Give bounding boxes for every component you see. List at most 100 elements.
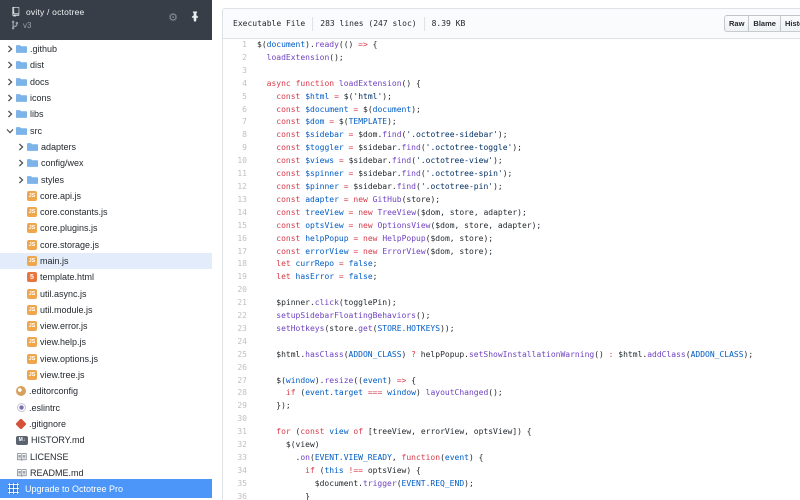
line-number[interactable]: 16 <box>223 233 253 246</box>
line-number[interactable]: 18 <box>223 258 253 271</box>
code-line: 30 <box>223 413 800 426</box>
chevron-right-icon[interactable] <box>6 45 14 53</box>
line-number[interactable]: 6 <box>223 104 253 117</box>
tree-item-config/wex[interactable]: config/wex <box>0 155 212 171</box>
line-number[interactable]: 9 <box>223 142 253 155</box>
tree-item-docs[interactable]: docs <box>0 74 212 90</box>
line-number[interactable]: 1 <box>223 39 253 52</box>
line-number[interactable]: 5 <box>223 91 253 104</box>
line-number[interactable]: 33 <box>223 452 253 465</box>
line-number[interactable]: 34 <box>223 465 253 478</box>
line-number[interactable]: 13 <box>223 194 253 207</box>
tree-item-view.options.js[interactable]: JS view.options.js <box>0 351 212 367</box>
line-number[interactable]: 3 <box>223 65 253 78</box>
line-number[interactable]: 2 <box>223 52 253 65</box>
line-number[interactable]: 14 <box>223 207 253 220</box>
line-number[interactable]: 28 <box>223 387 253 400</box>
tree-item-view.help.js[interactable]: JS view.help.js <box>0 334 212 350</box>
line-number[interactable]: 19 <box>223 271 253 284</box>
code-line: 6 const $document = $(document); <box>223 104 800 117</box>
chevron-right-icon[interactable] <box>6 78 14 86</box>
tree-item-util.async.js[interactable]: JS util.async.js <box>0 285 212 301</box>
chevron-right-icon[interactable] <box>6 94 14 102</box>
line-number[interactable]: 25 <box>223 349 253 362</box>
tree-item-view.tree.js[interactable]: JS view.tree.js <box>0 367 212 383</box>
line-number[interactable]: 27 <box>223 375 253 388</box>
branch-selector[interactable]: v3 <box>23 21 31 30</box>
pin-icon[interactable] <box>190 10 200 23</box>
tree-item-styles[interactable]: styles <box>0 171 212 187</box>
line-number[interactable]: 20 <box>223 284 253 297</box>
tree-item-template.html[interactable]: 5 template.html <box>0 269 212 285</box>
line-number[interactable]: 4 <box>223 78 253 91</box>
tree-item-src[interactable]: src <box>0 122 212 138</box>
raw-button[interactable]: Raw <box>724 15 750 32</box>
git-branch-icon <box>11 20 19 30</box>
code-text: if (event.target === window) layoutChang… <box>285 388 503 398</box>
tree-item-label: libs <box>30 109 44 120</box>
line-number[interactable]: 30 <box>223 413 253 426</box>
code-line: 18 let currRepo = false; <box>223 258 800 271</box>
line-number[interactable]: 23 <box>223 323 253 336</box>
tree-item-.github[interactable]: .github <box>0 41 212 57</box>
line-number[interactable]: 35 <box>223 478 253 491</box>
line-number[interactable]: 15 <box>223 220 253 233</box>
tree-item-adapters[interactable]: adapters <box>0 139 212 155</box>
line-number[interactable]: 8 <box>223 129 253 142</box>
code-line: 7 const $dom = $(TEMPLATE); <box>223 116 800 129</box>
editorconfig-icon <box>16 386 26 397</box>
tree-item-core.plugins.js[interactable]: JS core.plugins.js <box>0 220 212 236</box>
tree-item-core.constants.js[interactable]: JS core.constants.js <box>0 204 212 220</box>
tree-item-dist[interactable]: dist <box>0 57 212 73</box>
tree-item-label: .eslintrc <box>29 402 61 413</box>
tree-item-.editorconfig[interactable]: .editorconfig <box>0 383 212 399</box>
line-number[interactable]: 12 <box>223 181 253 194</box>
tree-item-label: template.html <box>40 272 95 283</box>
code-line: 14 const treeView = new TreeView($dom, s… <box>223 207 800 220</box>
code-text: const $html = $('html'); <box>276 91 392 101</box>
line-number[interactable]: 17 <box>223 246 253 259</box>
chevron-right-icon[interactable] <box>17 143 25 151</box>
line-number[interactable]: 26 <box>223 362 253 375</box>
tree-item-HISTORY.md[interactable]: M↓ HISTORY.md <box>0 432 212 448</box>
line-number[interactable]: 32 <box>223 439 253 452</box>
tree-item-.gitignore[interactable]: .gitignore <box>0 416 212 432</box>
line-number[interactable]: 21 <box>223 297 253 310</box>
tree-item-icons[interactable]: icons <box>0 90 212 106</box>
tree-item-libs[interactable]: libs <box>0 106 212 122</box>
code-line: 31 for (const view of [treeView, errorVi… <box>223 426 800 439</box>
history-button[interactable]: History <box>779 15 800 32</box>
line-number[interactable]: 10 <box>223 155 253 168</box>
tree-item-core.storage.js[interactable]: JS core.storage.js <box>0 237 212 253</box>
gear-icon[interactable]: ⚙ <box>168 11 178 24</box>
tree-item-label: HISTORY.md <box>31 435 85 446</box>
code-line: 26 <box>223 362 800 375</box>
chevron-right-icon[interactable] <box>6 61 14 69</box>
upgrade-banner[interactable]: Upgrade to Octotree Pro <box>0 479 212 498</box>
line-number[interactable]: 36 <box>223 491 253 500</box>
code-line: 15 const optsView = new OptionsView($dom… <box>223 220 800 233</box>
tree-item-view.error.js[interactable]: JS view.error.js <box>0 318 212 334</box>
tree-item-core.api.js[interactable]: JS core.api.js <box>0 188 212 204</box>
line-number[interactable]: 31 <box>223 426 253 439</box>
chevron-down-icon[interactable] <box>6 127 14 135</box>
chevron-right-icon[interactable] <box>17 176 25 184</box>
line-number[interactable]: 22 <box>223 310 253 323</box>
sidebar-header: ovity / octotree v3 ⚙ <box>0 0 212 40</box>
folder-icon <box>27 142 38 151</box>
code-text: loadExtension(); <box>266 52 344 62</box>
blame-button[interactable]: Blame <box>748 15 781 32</box>
repo-title[interactable]: ovity / octotree <box>26 7 84 17</box>
tree-item-.eslintrc[interactable]: .eslintrc <box>0 400 212 416</box>
tree-item-label: core.storage.js <box>40 239 100 250</box>
line-number[interactable]: 29 <box>223 400 253 413</box>
tree-item-main.js[interactable]: JS main.js <box>0 252 212 270</box>
chevron-right-icon[interactable] <box>6 110 14 118</box>
line-number[interactable]: 11 <box>223 168 253 181</box>
tree-item-util.module.js[interactable]: JS util.module.js <box>0 302 212 318</box>
line-number[interactable]: 7 <box>223 116 253 129</box>
tree-item-LICENSE[interactable]: LICENSE <box>0 448 212 464</box>
chevron-right-icon[interactable] <box>17 159 25 167</box>
code-text: } <box>257 491 310 500</box>
line-number[interactable]: 24 <box>223 336 253 349</box>
